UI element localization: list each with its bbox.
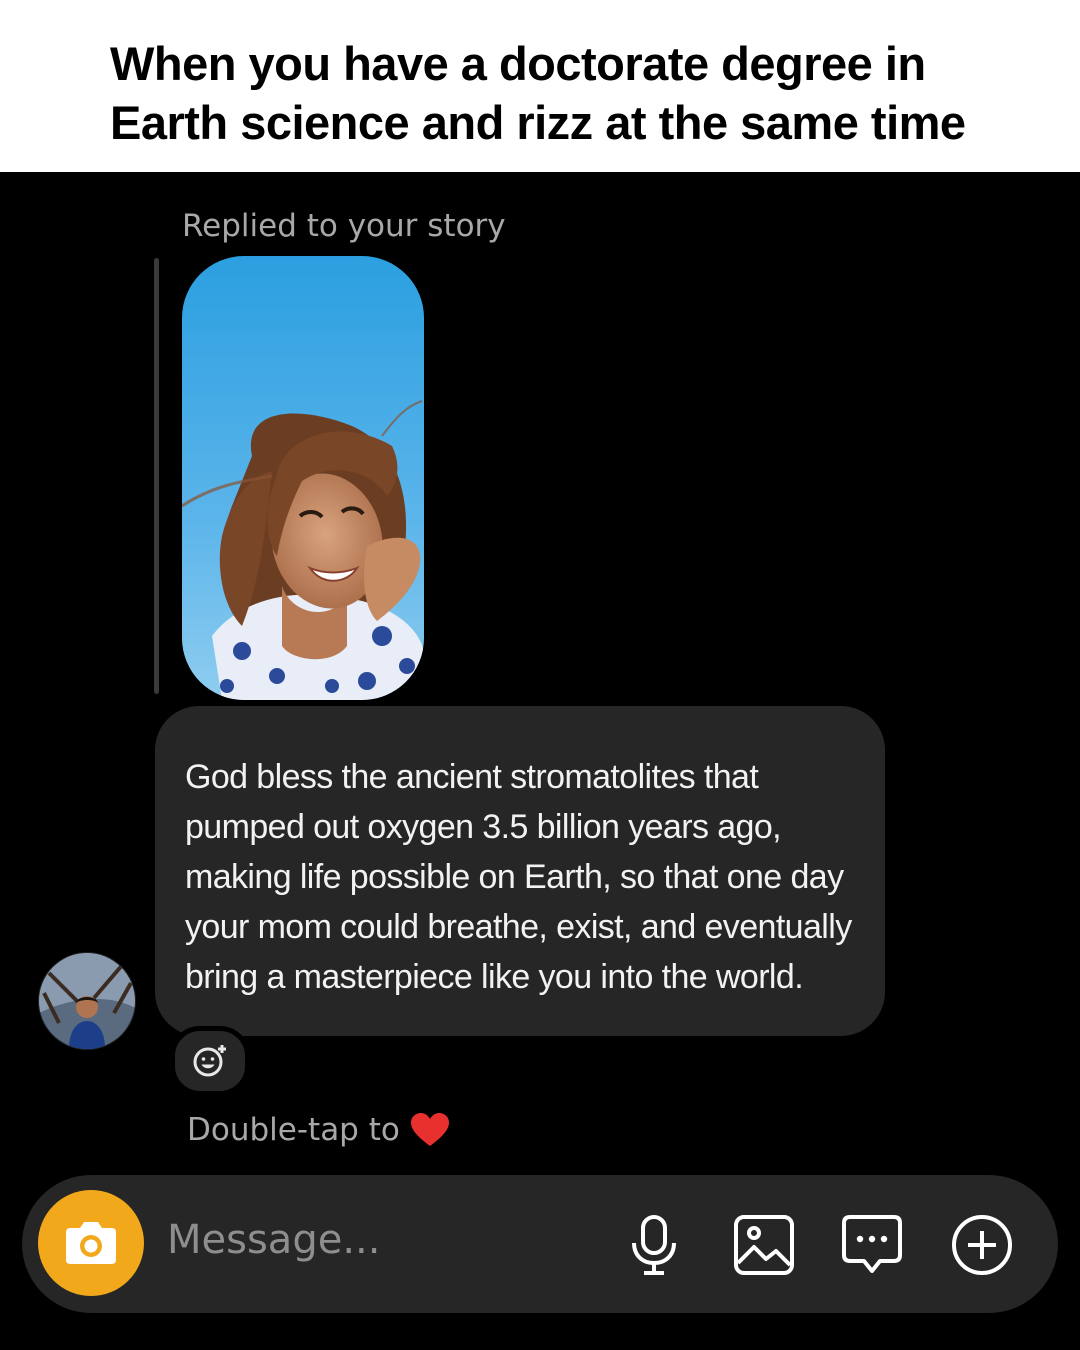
camera-button[interactable] [38, 1190, 144, 1296]
message-line: pumped out oxygen 3.5 billion years ago, [185, 808, 782, 846]
heart-icon [410, 1113, 449, 1146]
message-composer: Message... [22, 1175, 1058, 1313]
microphone-icon[interactable] [622, 1213, 686, 1277]
meme-caption: When you have a doctorate degree in Eart… [0, 0, 1080, 172]
story-photo [182, 256, 424, 700]
add-reaction-button[interactable] [170, 1026, 250, 1096]
double-tap-text: Double-tap to [187, 1112, 400, 1148]
replied-to-story-label: Replied to your story [182, 208, 506, 244]
message-input[interactable]: Message... [167, 1217, 380, 1263]
plus-circle-icon[interactable] [950, 1213, 1014, 1277]
emoji-add-icon [193, 1045, 226, 1077]
message-line: bring a masterpiece like you into the wo… [185, 958, 804, 996]
message-line: God bless the ancient stromatolites that [185, 758, 759, 796]
story-thumbnail[interactable] [182, 256, 424, 700]
gallery-icon[interactable] [732, 1213, 796, 1277]
caption-line-1: When you have a doctorate degree in [110, 37, 926, 90]
sender-avatar[interactable] [38, 952, 136, 1050]
reply-indicator-bar [154, 258, 159, 694]
message-bubble[interactable]: God bless the ancient stromatolites that… [155, 706, 885, 1036]
caption-line-2: Earth science and rizz at the same time [110, 96, 966, 149]
message-line: making life possible on Earth, so that o… [185, 858, 844, 896]
double-tap-hint: Double-tap to [187, 1112, 450, 1148]
camera-icon [66, 1222, 116, 1264]
sticker-chat-icon[interactable] [840, 1213, 904, 1277]
message-line: your mom could breathe, exist, and event… [185, 908, 852, 946]
avatar-photo [39, 953, 135, 1049]
message-text: God bless the ancient stromatolites that… [185, 752, 875, 1002]
caption-text: When you have a doctorate degree in Eart… [110, 34, 1010, 152]
